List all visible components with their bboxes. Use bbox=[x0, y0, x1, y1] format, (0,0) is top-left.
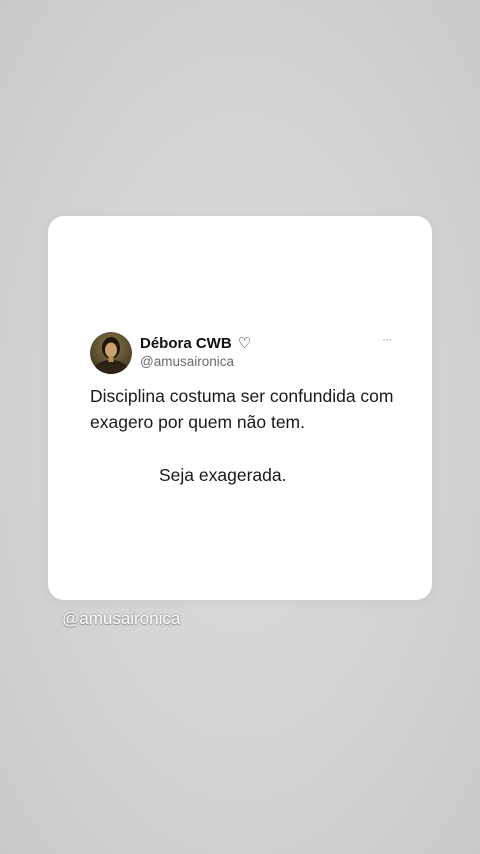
tweet-text-line-2: Seja exagerada. bbox=[159, 465, 287, 485]
tweet-text: Disciplina costuma ser confundida com ex… bbox=[90, 383, 410, 435]
more-options-icon[interactable]: ··· bbox=[382, 332, 392, 346]
display-name[interactable]: Débora CWB ♡ bbox=[140, 335, 251, 353]
tweet-card: Débora CWB ♡ @amusaironica ··· Disciplin… bbox=[48, 216, 432, 600]
avatar-portrait-icon bbox=[90, 332, 132, 374]
avatar[interactable] bbox=[90, 332, 132, 374]
watermark-handle: @amusaironica bbox=[62, 609, 181, 628]
display-name-text[interactable]: Débora CWB bbox=[140, 335, 232, 352]
tweet-text-line-1: Disciplina costuma ser confundida com ex… bbox=[90, 386, 394, 432]
heart-icon: ♡ bbox=[237, 335, 252, 352]
user-handle[interactable]: @amusaironica bbox=[140, 354, 234, 370]
